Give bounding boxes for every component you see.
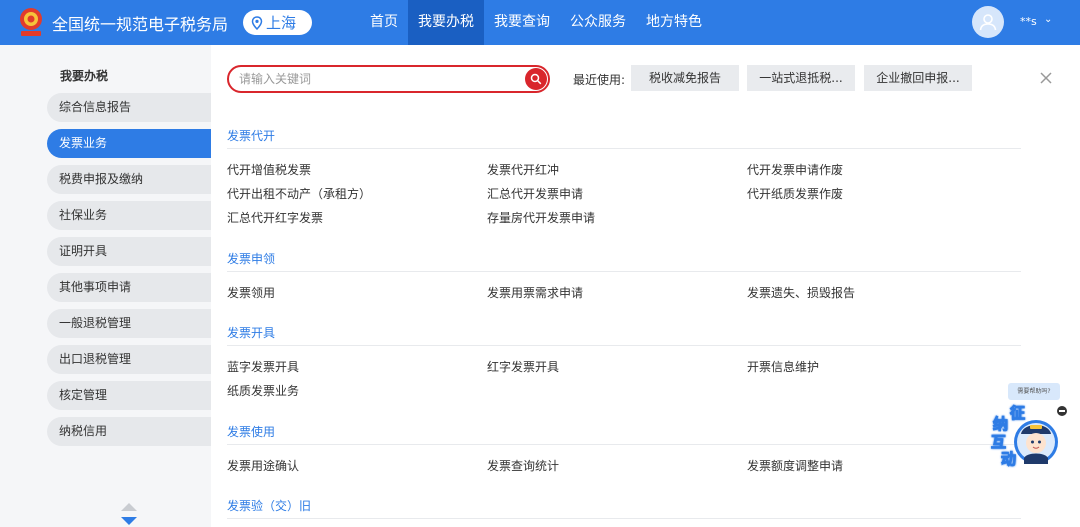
chevron-down-icon[interactable]: ⌄ bbox=[1044, 14, 1052, 25]
sidebar-item-social-security[interactable]: 社保业务 bbox=[47, 201, 211, 230]
username[interactable]: **s bbox=[1020, 15, 1037, 28]
service-link[interactable]: 发票代开红冲 bbox=[487, 161, 559, 178]
service-link[interactable]: 纸质发票业务 bbox=[227, 382, 299, 399]
service-link[interactable]: 汇总代开红字发票 bbox=[227, 209, 323, 226]
user-silhouette-icon bbox=[979, 14, 997, 31]
service-link[interactable]: 代开出租不动产（承租方） bbox=[227, 185, 371, 202]
main-nav: 首页 我要办税 我要查询 公众服务 地方特色 bbox=[360, 0, 712, 45]
service-link[interactable]: 代开发票申请作废 bbox=[747, 161, 843, 178]
region-label: 上海 bbox=[266, 14, 297, 32]
recent-label: 最近使用: bbox=[573, 73, 626, 87]
sidebar-item-tax-filing[interactable]: 税费申报及缴纳 bbox=[47, 165, 211, 194]
section-title: 发票验（交）旧 bbox=[227, 499, 312, 513]
assistant-bubble[interactable]: 需要帮助吗? bbox=[1008, 383, 1060, 400]
section-title: 发票代开 bbox=[227, 129, 276, 143]
service-link[interactable]: 发票用途确认 bbox=[227, 457, 299, 474]
service-link[interactable]: 发票额度调整申请 bbox=[747, 457, 843, 474]
sidebar-item-certificate[interactable]: 证明开具 bbox=[47, 237, 211, 266]
section-divider bbox=[227, 444, 1021, 445]
nav-public-service[interactable]: 公众服务 bbox=[560, 0, 636, 45]
service-link[interactable]: 存量房代开发票申请 bbox=[487, 209, 595, 226]
nav-query[interactable]: 我要查询 bbox=[484, 0, 560, 45]
section-divider bbox=[227, 518, 1021, 519]
sidebar-item-credit[interactable]: 纳税信用 bbox=[47, 417, 211, 446]
scroll-up-icon[interactable] bbox=[121, 503, 137, 511]
nav-local-features[interactable]: 地方特色 bbox=[636, 0, 712, 45]
nav-tax-handling[interactable]: 我要办税 bbox=[408, 0, 484, 45]
sidebar-item-general-refund[interactable]: 一般退税管理 bbox=[47, 309, 211, 338]
service-link[interactable]: 汇总代开发票申请 bbox=[487, 185, 583, 202]
sidebar-title: 我要办税 bbox=[60, 69, 109, 83]
section-divider bbox=[227, 345, 1021, 346]
scroll-down-icon[interactable] bbox=[121, 517, 137, 525]
sidebar-item-other-requests[interactable]: 其他事项申请 bbox=[47, 273, 211, 302]
recent-chip[interactable]: 税收减免报告 bbox=[631, 65, 739, 91]
site-title: 全国统一规范电子税务局 bbox=[52, 15, 229, 34]
nav-home[interactable]: 首页 bbox=[360, 0, 408, 45]
tax-emblem-icon bbox=[20, 8, 42, 36]
top-bar: 全国统一规范电子税务局 上海 首页 我要办税 我要查询 公众服务 地方特色 **… bbox=[0, 0, 1080, 45]
service-link[interactable]: 发票遗失、损毁报告 bbox=[747, 284, 855, 301]
close-icon[interactable] bbox=[1037, 69, 1055, 87]
section-title: 发票申领 bbox=[227, 252, 276, 266]
sidebar-item-export-refund[interactable]: 出口退税管理 bbox=[47, 345, 211, 374]
service-link[interactable]: 开票信息维护 bbox=[747, 358, 819, 375]
search-input[interactable] bbox=[239, 70, 519, 88]
service-link[interactable]: 发票领用 bbox=[227, 284, 275, 301]
section-divider bbox=[227, 271, 1021, 272]
sidebar: 我要办税 综合信息报告 发票业务 税费申报及缴纳 社保业务 证明开具 其他事项申… bbox=[0, 45, 211, 527]
assistant-char: 动 bbox=[1000, 450, 1017, 469]
service-link[interactable]: 代开纸质发票作废 bbox=[747, 185, 843, 202]
assistant-widget[interactable]: 征 纳 互 动 bbox=[987, 404, 1059, 470]
section-title: 发票开具 bbox=[227, 326, 276, 340]
user-avatar-icon[interactable] bbox=[972, 6, 1004, 38]
section-title: 发票使用 bbox=[227, 425, 276, 439]
search-box bbox=[227, 65, 550, 93]
sidebar-menu: 综合信息报告 发票业务 税费申报及缴纳 社保业务 证明开具 其他事项申请 一般退… bbox=[47, 93, 211, 453]
sidebar-item-invoice[interactable]: 发票业务 bbox=[47, 129, 211, 158]
search-icon bbox=[530, 73, 542, 85]
recent-chip[interactable]: 企业撤回申报... bbox=[864, 65, 972, 91]
region-selector[interactable]: 上海 bbox=[243, 10, 312, 35]
location-pin-icon bbox=[251, 15, 263, 30]
sidebar-item-info-report[interactable]: 综合信息报告 bbox=[47, 93, 211, 122]
service-link[interactable]: 红字发票开具 bbox=[487, 358, 559, 375]
search-button[interactable] bbox=[525, 68, 547, 90]
recent-chip[interactable]: 一站式退抵税... bbox=[747, 65, 855, 91]
assistant-char: 征 bbox=[1009, 404, 1026, 423]
service-link[interactable]: 蓝字发票开具 bbox=[227, 358, 299, 375]
service-link[interactable]: 代开增值税发票 bbox=[227, 161, 311, 178]
sidebar-item-assessment[interactable]: 核定管理 bbox=[47, 381, 211, 410]
section-divider bbox=[227, 148, 1021, 149]
service-link[interactable]: 发票用票需求申请 bbox=[487, 284, 583, 301]
service-link[interactable]: 发票查询统计 bbox=[487, 457, 559, 474]
